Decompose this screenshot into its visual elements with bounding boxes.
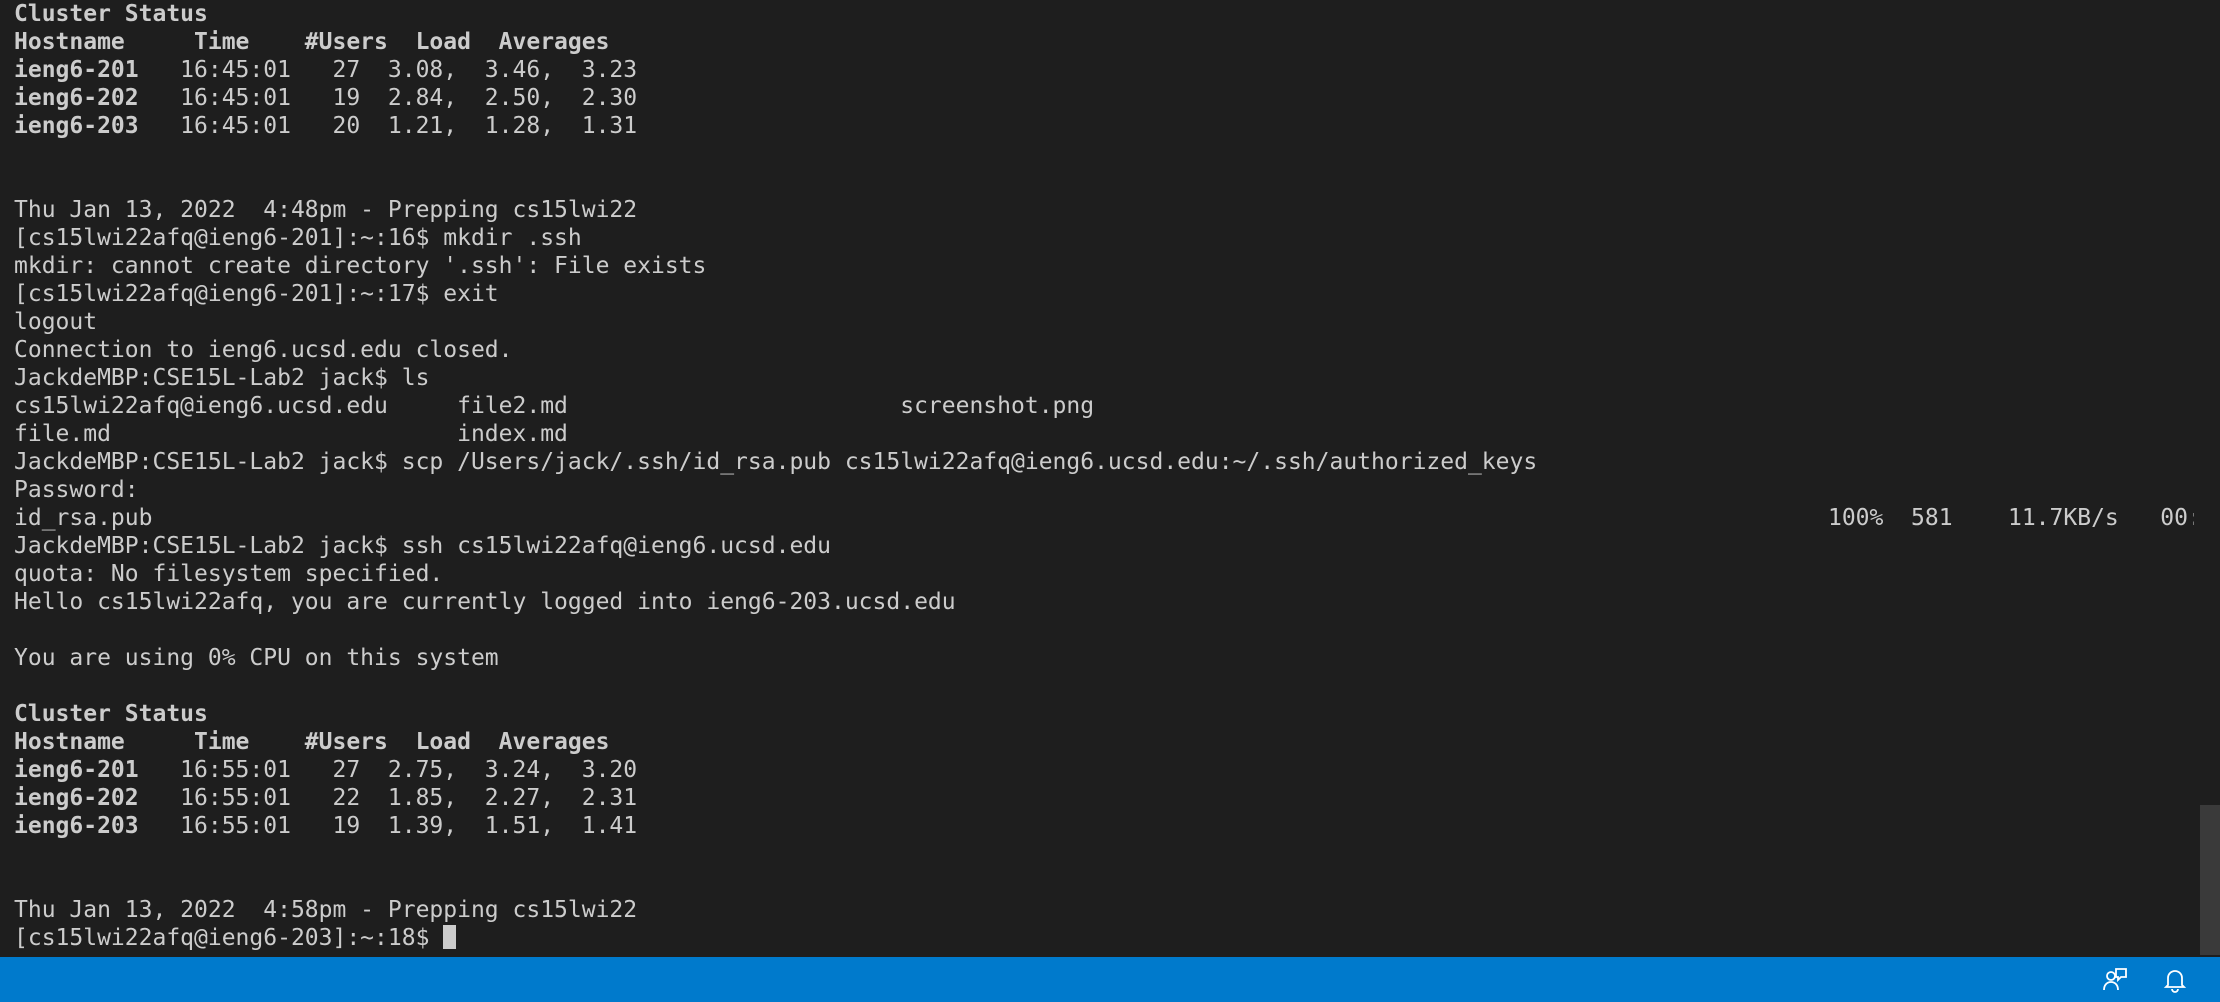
hostname-cell: ieng6-203 [14,113,139,139]
terminal-line: [cs15lwi22afq@ieng6-201]:~:16$ mkdir .ss… [14,224,2194,252]
terminal-line: Cluster Status [14,0,2194,28]
terminal-line: Hostname Time #Users Load Averages [14,728,2194,756]
line-text: 16:55:01 19 1.39, 1.51, 1.41 [138,813,638,839]
line-text: cs15lwi22afq@ieng6.ucsd.edu file2.md scr… [14,393,1095,419]
terminal-line: ieng6-202 16:55:01 22 1.85, 2.27, 2.31 [14,784,2194,812]
text-cursor [443,925,457,949]
line-text: 16:45:01 20 1.21, 1.28, 1.31 [138,113,638,139]
terminal-line: [cs15lwi22afq@ieng6-201]:~:17$ exit [14,280,2194,308]
terminal-window: Cluster Status Hostname Time #Users Load … [0,0,2220,1002]
feedback-icon[interactable] [2102,967,2128,993]
line-text: 16:55:01 27 2.75, 3.24, 3.20 [138,757,638,783]
line-text: Hello cs15lwi22afq, you are currently lo… [14,589,956,615]
hostname-cell: ieng6-201 [14,57,139,83]
terminal-line: Hello cs15lwi22afq, you are currently lo… [14,588,2194,616]
line-text: Thu Jan 13, 2022 4:58pm - Prepping cs15l… [14,897,638,923]
terminal-line: Thu Jan 13, 2022 4:48pm - Prepping cs15l… [14,196,2194,224]
line-text: 16:55:01 22 1.85, 2.27, 2.31 [138,785,638,811]
terminal-line: file.md index.md [14,420,2194,448]
line-text: [cs15lwi22afq@ieng6-201]:~:16$ mkdir .ss… [14,225,582,251]
terminal-line: mkdir: cannot create directory '.ssh': F… [14,252,2194,280]
hostname-cell: ieng6-201 [14,757,139,783]
terminal-line: id_rsa.pub 100% 581 11.7KB/s 00:00 [14,504,2194,532]
terminal-line: Cluster Status [14,700,2194,728]
line-text: JackdeMBP:CSE15L-Lab2 jack$ ls [14,365,430,391]
status-bar [0,957,2220,1002]
line-text: Hostname Time #Users Load Averages [14,729,610,755]
notifications-bell-icon[interactable] [2162,967,2188,993]
line-text: JackdeMBP:CSE15L-Lab2 jack$ ssh cs15lwi2… [14,533,831,559]
terminal-line: JackdeMBP:CSE15L-Lab2 jack$ scp /Users/j… [14,448,2194,476]
line-text: [cs15lwi22afq@ieng6-201]:~:17$ exit [14,281,499,307]
terminal-line: Thu Jan 13, 2022 4:58pm - Prepping cs15l… [14,896,2194,924]
terminal-line: ieng6-203 16:45:01 20 1.21, 1.28, 1.31 [14,112,2194,140]
terminal-line: Connection to ieng6.ucsd.edu closed. [14,336,2194,364]
line-text: Hostname Time #Users Load Averages [14,29,610,55]
line-text: Password: [14,477,139,503]
terminal-line: logout [14,308,2194,336]
terminal-line: Hostname Time #Users Load Averages [14,28,2194,56]
line-text: Connection to ieng6.ucsd.edu closed. [14,337,513,363]
hostname-cell: ieng6-202 [14,785,139,811]
line-text: Thu Jan 13, 2022 4:48pm - Prepping cs15l… [14,197,638,223]
terminal-scrollbar[interactable] [2198,0,2220,955]
terminal-line: ieng6-203 16:55:01 19 1.39, 1.51, 1.41 [14,812,2194,840]
terminal-line: Password: [14,476,2194,504]
terminal-line: JackdeMBP:CSE15L-Lab2 jack$ ls [14,364,2194,392]
terminal-line: cs15lwi22afq@ieng6.ucsd.edu file2.md scr… [14,392,2194,420]
terminal-line: quota: No filesystem specified. [14,560,2194,588]
terminal-line: ieng6-202 16:45:01 19 2.84, 2.50, 2.30 [14,84,2194,112]
command-prompt: [cs15lwi22afq@ieng6-203]:~:18$ [14,925,444,951]
line-text: You are using 0% CPU on this system [14,645,499,671]
line-text: quota: No filesystem specified. [14,561,444,587]
hostname-cell: ieng6-202 [14,85,139,111]
scrollbar-thumb[interactable] [2200,805,2220,955]
terminal-line: ieng6-201 16:45:01 27 3.08, 3.46, 3.23 [14,56,2194,84]
terminal-line: You are using 0% CPU on this system [14,644,2194,672]
line-text: Cluster Status [14,1,208,27]
terminal-output[interactable]: Cluster Status Hostname Time #Users Load … [14,0,2194,955]
hostname-cell: ieng6-203 [14,813,139,839]
line-text: id_rsa.pub 100% 581 11.7KB/s 00:00 [14,505,2194,531]
line-text: logout [14,309,98,335]
command-prompt-line[interactable]: [cs15lwi22afq@ieng6-203]:~:18$ [14,924,2194,952]
line-text: 16:45:01 19 2.84, 2.50, 2.30 [138,85,638,111]
line-text: 16:45:01 27 3.08, 3.46, 3.23 [138,57,638,83]
line-text: Cluster Status [14,701,208,727]
terminal-line: ieng6-201 16:55:01 27 2.75, 3.24, 3.20 [14,756,2194,784]
line-text: JackdeMBP:CSE15L-Lab2 jack$ scp /Users/j… [14,449,1538,475]
line-text: file.md index.md [14,421,568,447]
terminal-line: JackdeMBP:CSE15L-Lab2 jack$ ssh cs15lwi2… [14,532,2194,560]
line-text: mkdir: cannot create directory '.ssh': F… [14,253,707,279]
